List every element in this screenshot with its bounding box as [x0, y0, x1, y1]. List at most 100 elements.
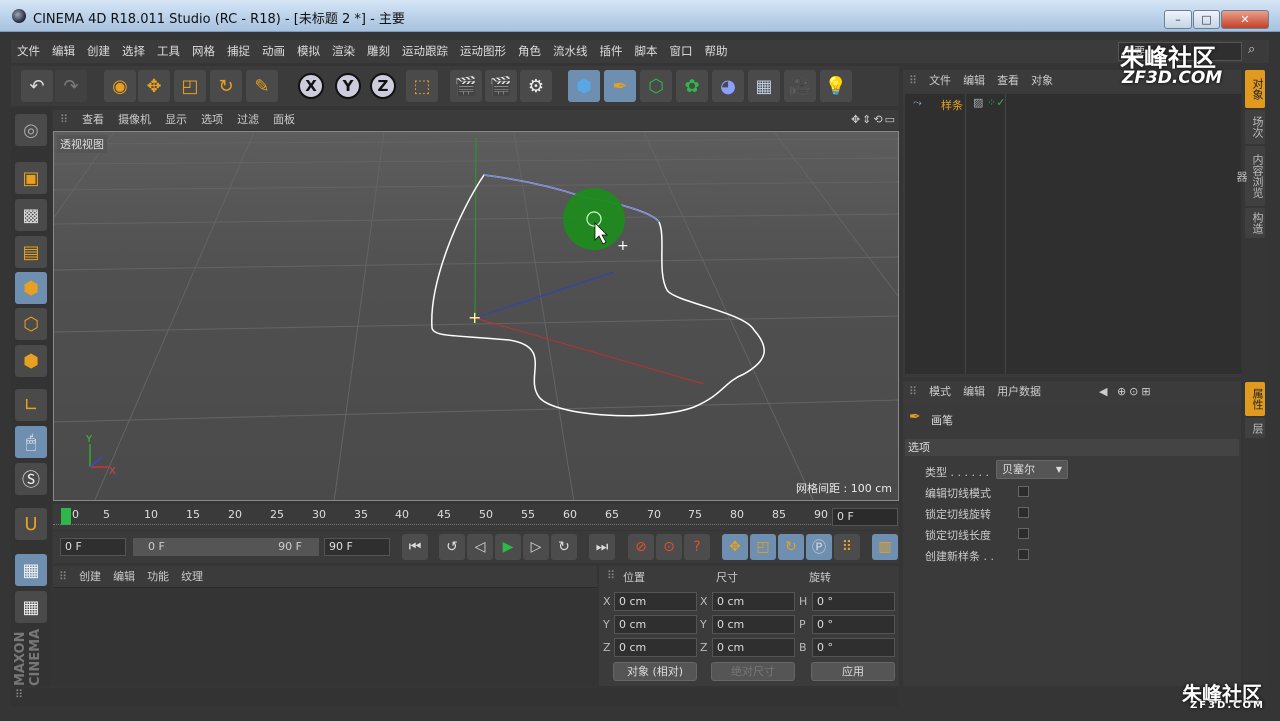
menu-create[interactable]: 创建 [81, 40, 116, 63]
tab-objects[interactable]: 对象 [1245, 70, 1265, 108]
playhead-marker[interactable] [61, 508, 71, 525]
move-icon[interactable]: ✥ [138, 70, 170, 102]
tab-layers[interactable]: 层 [1245, 418, 1265, 438]
key-param-icon[interactable]: Ⓟ [806, 534, 832, 560]
recent-tool-pen-icon[interactable]: ✎ [246, 70, 278, 102]
vp-menu-filter[interactable]: 过滤 [230, 110, 266, 130]
deformer-icon[interactable]: ◕ [712, 70, 744, 102]
key-position-icon[interactable]: ✥ [722, 534, 748, 560]
close-button[interactable]: ✕ [1221, 10, 1269, 29]
timeline-ruler[interactable]: 0 5 10 15 20 25 30 35 40 45 50 55 60 65 … [53, 504, 899, 530]
key-pla-icon[interactable]: ⠿ [834, 534, 860, 560]
minimize-button[interactable]: – [1164, 10, 1192, 29]
render-view-icon[interactable]: 🎬 [450, 70, 482, 102]
object-list[interactable]: ⤳ 样条 ▨ ⁘✓ [905, 94, 1241, 374]
workplane-lock-icon[interactable]: ▦ [15, 554, 47, 586]
menu-render[interactable]: 渲染 [326, 40, 361, 63]
start-frame-field[interactable]: 0 F [60, 538, 126, 556]
perspective-viewport[interactable]: + + Y X 透视视图 网格间距 : 100 cm [53, 131, 899, 501]
end-frame-field[interactable]: 90 F [324, 538, 390, 556]
vp-menu-panel[interactable]: 面板 [266, 110, 302, 130]
pen-spline-icon[interactable]: ✒ [604, 70, 636, 102]
attr-menu-mode[interactable]: 模式 [923, 381, 957, 403]
prev-frame-icon[interactable]: ◁ [467, 534, 493, 560]
size-y-field[interactable]: 0 cm [712, 615, 795, 634]
obj-menu-file[interactable]: 文件 [923, 70, 957, 92]
vp-menu-display[interactable]: 显示 [158, 110, 194, 130]
rot-h-field[interactable]: 0 ° [812, 592, 895, 611]
menu-select[interactable]: 选择 [116, 40, 151, 63]
coordinate-system-icon[interactable]: ⬚ [406, 70, 438, 102]
obj-menu-objects[interactable]: 对象 [1025, 70, 1059, 92]
tab-takes[interactable]: 场次 [1245, 110, 1265, 144]
menu-simulate[interactable]: 模拟 [291, 40, 326, 63]
pos-y-field[interactable]: 0 cm [614, 615, 697, 634]
array-cloner-icon[interactable]: ✿ [676, 70, 708, 102]
record-active-icon[interactable]: ⊘ [628, 534, 654, 560]
size-mode-select[interactable]: 绝对尺寸 [711, 662, 795, 681]
list-item[interactable]: ⤳ 样条 ▨ ⁘✓ [907, 96, 1237, 112]
cube-icon[interactable]: ⬢ [568, 70, 600, 102]
mat-menu-create[interactable]: 创建 [73, 566, 107, 588]
mat-menu-texture[interactable]: 纹理 [175, 566, 209, 588]
timeline-window-icon[interactable]: ▥ [872, 534, 898, 560]
lock-tangent-length-checkbox[interactable] [1018, 528, 1029, 539]
mat-menu-edit[interactable]: 编辑 [107, 566, 141, 588]
menu-edit[interactable]: 编辑 [46, 40, 81, 63]
menu-mograph[interactable]: 运动图形 [454, 40, 512, 63]
tab-content-browser[interactable]: 内容浏览器 [1235, 146, 1265, 206]
menu-help[interactable]: 帮助 [699, 40, 734, 63]
menu-motion-tracker[interactable]: 运动跟踪 [396, 40, 454, 63]
current-frame-field[interactable]: 0 F [832, 508, 898, 526]
object-name[interactable]: 样条 [941, 97, 963, 113]
apply-button[interactable]: 应用 [811, 662, 895, 681]
go-to-start-icon[interactable]: ⏮ [402, 534, 428, 560]
attr-menu-userdata[interactable]: 用户数据 [991, 381, 1047, 403]
next-frame-icon[interactable]: ▷ [523, 534, 549, 560]
menu-file[interactable]: 文件 [11, 40, 46, 63]
menu-window[interactable]: 窗口 [664, 40, 699, 63]
axis-z-lock[interactable]: Z [370, 73, 396, 99]
prev-key-icon[interactable]: ↺ [439, 534, 465, 560]
attr-nav-icons[interactable]: ◀ ⊕⊙⊞ [1093, 381, 1160, 403]
vp-menu-options[interactable]: 选项 [194, 110, 230, 130]
menu-mesh[interactable]: 网格 [186, 40, 221, 63]
pos-z-field[interactable]: 0 cm [614, 638, 697, 657]
rot-p-field[interactable]: 0 ° [812, 615, 895, 634]
obj-menu-edit[interactable]: 编辑 [957, 70, 991, 92]
attr-menu-edit[interactable]: 编辑 [957, 381, 991, 403]
coordinate-mode-select[interactable]: 对象 (相对) [613, 662, 697, 681]
points-mode-icon[interactable]: ⬢ [15, 272, 47, 304]
axis-x-lock[interactable]: X [298, 73, 324, 99]
snapping-icon[interactable]: Ⓢ [15, 463, 47, 495]
object-axis-handle-icon[interactable]: + [468, 308, 481, 327]
menu-tools[interactable]: 工具 [151, 40, 186, 63]
menu-plugins[interactable]: 插件 [594, 40, 629, 63]
workplane-mode-icon[interactable]: ▤ [15, 236, 47, 268]
light-icon[interactable]: 💡 [820, 70, 852, 102]
keyframe-selection-icon[interactable]: ? [684, 534, 710, 560]
menu-sculpt[interactable]: 雕刻 [361, 40, 396, 63]
render-settings-icon[interactable]: ⚙ [520, 70, 552, 102]
menu-snap[interactable]: 捕捉 [221, 40, 256, 63]
magnet-icon[interactable]: U [15, 508, 47, 540]
menu-pipeline[interactable]: 流水线 [547, 40, 594, 63]
polygons-mode-icon[interactable]: ⬢ [15, 345, 47, 377]
menu-animate[interactable]: 动画 [256, 40, 291, 63]
viewport-nav-icons[interactable]: ✥⇕⟲▭ [851, 110, 897, 130]
make-editable-icon[interactable]: ◎ [15, 114, 47, 146]
render-picture-viewer-icon[interactable]: 🎬 [485, 70, 517, 102]
edit-tangent-mode-checkbox[interactable] [1018, 486, 1029, 497]
lock-tangent-rotation-checkbox[interactable] [1018, 507, 1029, 518]
live-selection-icon[interactable]: ◉ [104, 70, 136, 102]
undo-icon[interactable]: ↶ [21, 70, 53, 102]
axis-mode-icon[interactable]: ∟ [15, 389, 47, 421]
maximize-button[interactable]: □ [1193, 10, 1220, 29]
autokey-icon[interactable]: ⊙ [656, 534, 682, 560]
key-rotation-icon[interactable]: ↻ [778, 534, 804, 560]
redo-icon[interactable]: ↷ [55, 70, 87, 102]
play-icon[interactable]: ▶ [495, 534, 521, 560]
layer-icon[interactable]: ▨ [973, 96, 983, 109]
size-x-field[interactable]: 0 cm [712, 592, 795, 611]
tweak-mode-icon[interactable]: 🖱 [15, 426, 47, 458]
